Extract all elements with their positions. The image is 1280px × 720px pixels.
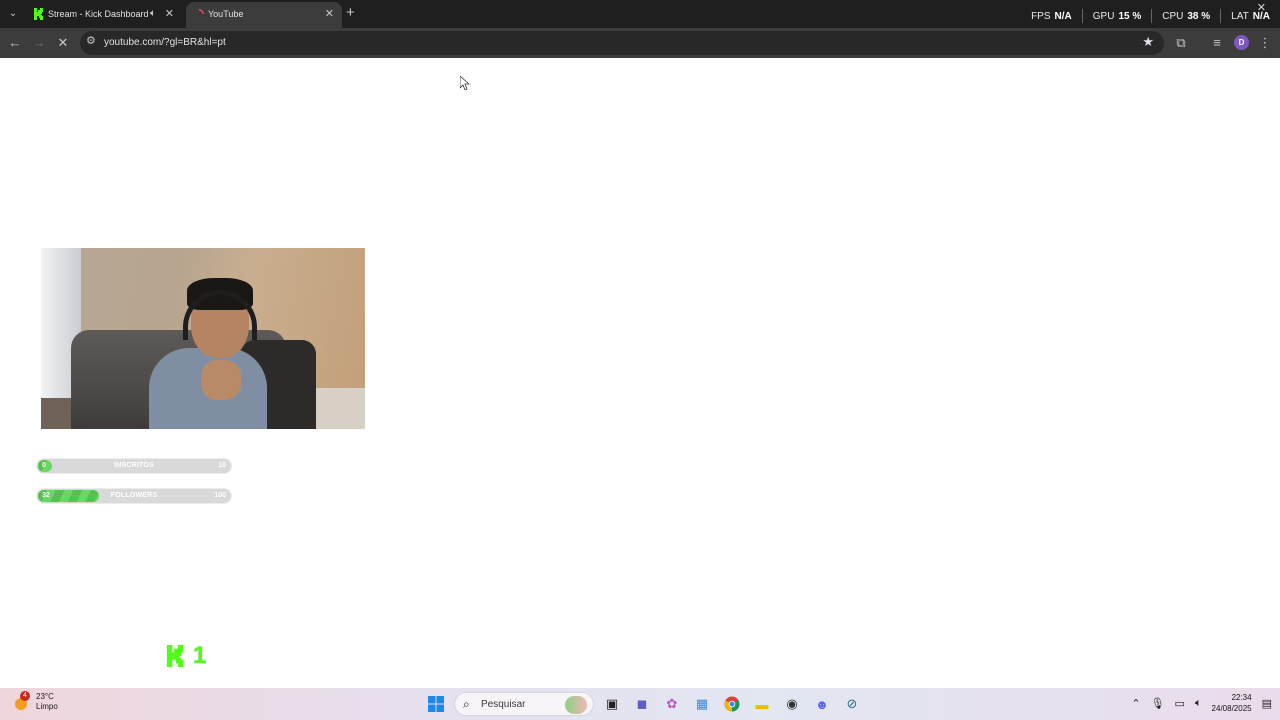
bookmark-star-icon[interactable]: ★ xyxy=(1142,34,1154,50)
weather-sun-icon: 4 xyxy=(12,691,30,711)
page-content: 0 INSCRITOS 10 32 FOLLOWERS 100 1 xyxy=(0,58,1280,688)
obs-icon[interactable]: ◉ xyxy=(780,692,804,716)
cpu-label: CPU xyxy=(1162,11,1184,22)
cpu-stat: CPU 38 % xyxy=(1162,11,1210,23)
discord-icon[interactable]: ☻ xyxy=(810,692,834,716)
task-view-icon[interactable]: ▣ xyxy=(600,692,624,716)
windows-start-icon[interactable] xyxy=(424,692,448,716)
system-tray: ⌃ 🎙︎ ▭ 🔈︎ 22:34 24/08/2025 ▤ xyxy=(1131,692,1272,714)
goal-bar-followers: 32 FOLLOWERS 100 xyxy=(36,488,232,504)
tab-search-menu-button[interactable]: ⌄ xyxy=(4,5,22,23)
speaker-icon[interactable]: 🔈︎ xyxy=(150,8,156,19)
weather-desc: Limpo xyxy=(36,702,58,711)
goal-bar-subscribers: 0 INSCRITOS 10 xyxy=(36,458,232,474)
copilot-icon[interactable]: ✿ xyxy=(660,692,684,716)
browser-toolbar: ← → ✕ ⚙ youtube.com/?gl=BR&hl=pt ★ ⧉ ≡ D… xyxy=(0,28,1280,58)
stop-loading-button[interactable]: ✕ xyxy=(54,34,72,52)
window-close-icon[interactable]: ✕ xyxy=(1257,1,1266,14)
kick-counter: 1 xyxy=(165,644,206,668)
browser-tab-strip: ⌄ Stream - Kick Dashboard 🔈︎ ✕ YouTube ✕… xyxy=(0,0,1280,28)
weather-temp: 23°C xyxy=(36,692,54,701)
taskbar-search[interactable]: ⌕ Pesquisar xyxy=(454,692,594,716)
goal-end-value: 100 xyxy=(214,492,226,499)
taskbar-apps: ⌕ Pesquisar ▣ ◼ ✿ ▦ ▬ ◉ ☻ ⊘ xyxy=(424,692,864,716)
youtube-loading-icon xyxy=(198,9,204,15)
chevron-up-icon[interactable]: ⌃ xyxy=(1131,697,1140,710)
fps-stat: FPS N/A xyxy=(1031,11,1072,23)
tab-youtube[interactable]: YouTube ✕ xyxy=(186,2,342,28)
search-highlight-icon xyxy=(565,696,587,714)
mouse-cursor-icon xyxy=(460,76,470,90)
webcam-person-hand xyxy=(201,360,241,400)
tab-title: YouTube xyxy=(208,9,244,19)
media-control-icon[interactable]: ≡ xyxy=(1208,34,1226,52)
clock-time: 22:34 xyxy=(1231,693,1252,702)
address-bar[interactable]: ⚙ youtube.com/?gl=BR&hl=pt ★ xyxy=(80,31,1164,55)
app-icon[interactable]: ⊘ xyxy=(840,692,864,716)
gpu-label: GPU xyxy=(1092,11,1115,22)
network-icon[interactable]: ▭ xyxy=(1175,697,1185,710)
weather-badge: 4 xyxy=(20,691,30,701)
tab-kick-dashboard[interactable]: Stream - Kick Dashboard 🔈︎ ✕ xyxy=(26,2,182,28)
divider xyxy=(1151,9,1153,23)
search-icon: ⌕ xyxy=(463,697,470,711)
kick-icon xyxy=(34,8,43,20)
photos-icon[interactable]: ▦ xyxy=(690,692,714,716)
webcam-feed xyxy=(41,248,365,429)
more-menu-icon[interactable]: ⋮ xyxy=(1256,34,1274,52)
weather-widget[interactable]: 4 23°C Limpo xyxy=(12,691,58,712)
tab-close-icon[interactable]: ✕ xyxy=(325,7,334,20)
goal-label: INSCRITOS xyxy=(114,462,154,469)
fps-label: FPS xyxy=(1031,11,1051,22)
volume-icon[interactable]: 🔈︎ xyxy=(1195,697,1202,710)
site-info-icon[interactable]: ⚙ xyxy=(86,34,96,47)
gpu-value: 15 % xyxy=(1118,11,1142,22)
windows-taskbar: 4 23°C Limpo ⌕ Pesquisar ▣ ◼ ✿ ▦ ▬ ◉ ☻ ⊘… xyxy=(0,688,1280,720)
profile-avatar[interactable]: D xyxy=(1234,35,1249,50)
goal-label: FOLLOWERS xyxy=(110,492,158,499)
performance-overlay: FPS N/A GPU 15 % CPU 38 % LAT N/A xyxy=(1031,9,1270,23)
fps-value: N/A xyxy=(1054,11,1072,22)
kick-counter-value: 1 xyxy=(193,642,207,669)
search-placeholder: Pesquisar xyxy=(481,699,526,710)
kick-logo-icon xyxy=(166,645,184,667)
cpu-value: 38 % xyxy=(1187,11,1211,22)
notification-icon[interactable]: ▤ xyxy=(1262,697,1272,710)
url-text[interactable]: youtube.com/?gl=BR&hl=pt xyxy=(104,37,226,48)
tab-title: Stream - Kick Dashboard xyxy=(48,9,149,19)
clock-date: 24/08/2025 xyxy=(1211,704,1252,713)
back-button[interactable]: ← xyxy=(6,34,24,52)
tab-close-icon[interactable]: ✕ xyxy=(165,7,174,20)
forward-button[interactable]: → xyxy=(30,34,48,52)
file-explorer-icon[interactable]: ▬ xyxy=(750,692,774,716)
divider xyxy=(1081,9,1083,23)
weather-text: 23°C Limpo xyxy=(36,692,58,712)
clock[interactable]: 22:34 24/08/2025 xyxy=(1212,692,1252,714)
teams-icon[interactable]: ◼ xyxy=(630,692,654,716)
new-tab-button[interactable]: + xyxy=(346,5,355,21)
gpu-stat: GPU 15 % xyxy=(1093,11,1141,23)
extensions-icon[interactable]: ⧉ xyxy=(1172,34,1190,52)
microphone-icon[interactable]: 🎙︎ xyxy=(1151,697,1165,710)
divider xyxy=(1220,9,1222,23)
lat-label: LAT xyxy=(1231,11,1249,22)
chrome-icon[interactable] xyxy=(720,692,744,716)
goal-end-value: 10 xyxy=(218,462,226,469)
